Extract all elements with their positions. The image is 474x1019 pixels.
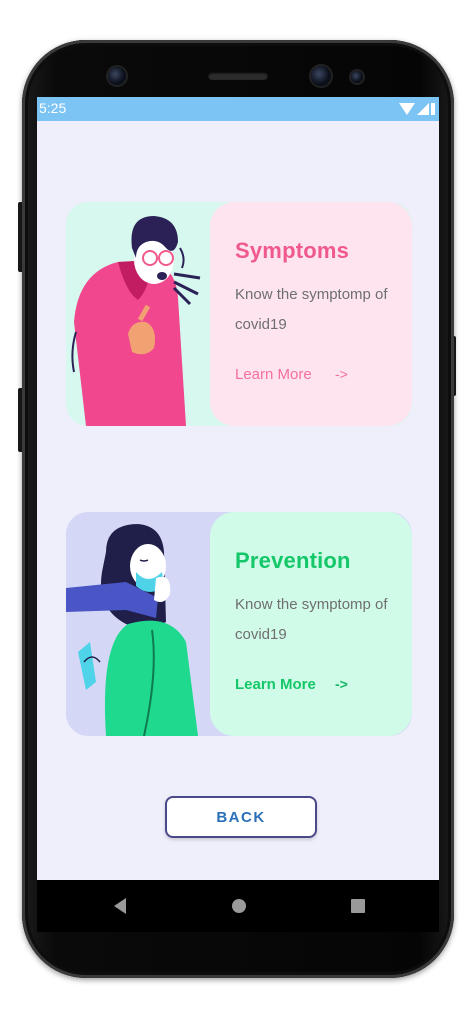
status-bar: 5:25 — [37, 97, 439, 121]
earpiece-speaker — [208, 72, 268, 80]
card-title: Prevention — [235, 548, 351, 573]
symptoms-panel: Symptoms Know the symptomp of covid19 Le… — [210, 202, 412, 426]
learn-more-link[interactable]: Learn More — [235, 366, 312, 383]
wifi-icon — [399, 103, 415, 115]
signal-icon — [417, 103, 429, 115]
back-button[interactable]: BACK — [165, 796, 317, 838]
card-description: Know the symptomp of covid19 — [235, 286, 388, 333]
symptoms-card[interactable]: Symptoms Know the symptomp of covid19 Le… — [66, 202, 412, 426]
card-description: Know the symptomp of covid19 — [235, 596, 388, 643]
arrow-icon[interactable]: -> — [335, 676, 348, 692]
back-triangle-icon[interactable] — [114, 898, 126, 914]
front-camera — [311, 66, 331, 86]
status-time: 5:25 — [39, 100, 67, 116]
app-screen: 5:25 Symptoms Know the symptomp of covid… — [37, 97, 439, 880]
battery-icon — [431, 103, 435, 115]
learn-more-link[interactable]: Learn More — [235, 676, 316, 693]
arrow-icon[interactable]: -> — [335, 366, 348, 382]
navigation-bar — [37, 880, 439, 932]
home-circle-icon[interactable] — [232, 899, 246, 913]
prevention-card[interactable]: Prevention Know the symptomp of covid19 … — [66, 512, 412, 736]
status-icons — [399, 101, 435, 115]
recents-square-icon[interactable] — [351, 899, 365, 913]
prevention-panel: Prevention Know the symptomp of covid19 … — [210, 512, 412, 736]
proximity-sensor — [351, 71, 363, 83]
card-title: Symptoms — [235, 238, 350, 263]
front-sensor — [108, 67, 126, 85]
